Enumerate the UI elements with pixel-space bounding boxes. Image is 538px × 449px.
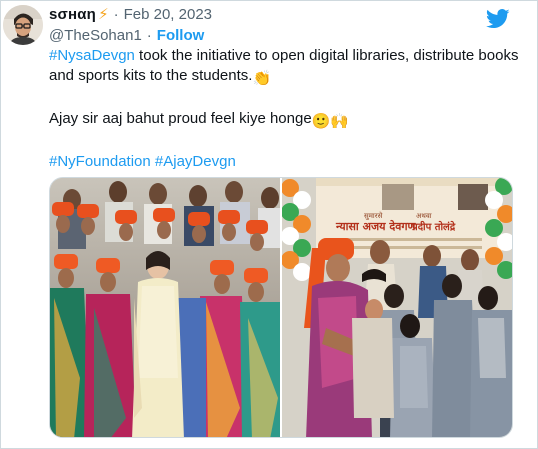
- banner-text-4: प्रदीप तोलंद्रे: [411, 220, 456, 233]
- handle-row: @TheSohan1 · Follow: [49, 27, 497, 45]
- display-name[interactable]: sσнαη: [49, 6, 96, 24]
- lightning-bolt-icon: ⚡: [98, 6, 109, 23]
- banner-text-3: अथवा: [416, 212, 432, 220]
- name-row: sσнαη ⚡ · Feb 20, 2023: [49, 6, 497, 24]
- photo-children[interactable]: सुमारसे न्यासा अजय देवगण अथवा प्रदीप तोल…: [281, 178, 512, 437]
- tweet-text: #NysaDevgn took the initiative to open d…: [49, 46, 519, 172]
- tweet-paragraph: #NysaDevgn took the initiative to open d…: [49, 46, 519, 89]
- tweet-header: sσнαη ⚡ · Feb 20, 2023 @TheSohan1 · Foll…: [49, 6, 497, 46]
- hashtag-link[interactable]: #NysaDevgn: [49, 47, 135, 64]
- avatar[interactable]: [3, 5, 43, 45]
- twitter-bird-icon[interactable]: [485, 9, 510, 29]
- user-handle[interactable]: @TheSohan1: [49, 27, 142, 45]
- separator: ·: [146, 27, 152, 44]
- tweet-media[interactable]: सुमारसे न्यासा अजय देवगण अथवा प्रदीप तोल…: [49, 177, 513, 438]
- hashtag-link[interactable]: #AjayDevgn: [155, 153, 236, 170]
- banner-text-2: न्यासा अजय देवगण: [335, 219, 417, 233]
- smile-raised-hands-icon: 🙂🙌: [311, 113, 350, 130]
- hashtag-link[interactable]: #NyFoundation: [49, 153, 151, 170]
- clapping-hands-icon: 👏: [252, 70, 272, 87]
- photo-group[interactable]: [50, 178, 280, 437]
- tweet-sentence: Ajay sir aaj bahut proud feel kiye honge: [49, 110, 312, 127]
- banner-text-1: सुमारसे: [364, 211, 383, 220]
- follow-button[interactable]: Follow: [157, 27, 205, 45]
- hashtag-row: #NyFoundation #AjayDevgn: [49, 152, 519, 172]
- tweet-card: sσнαη ⚡ · Feb 20, 2023 @TheSohan1 · Foll…: [0, 0, 538, 449]
- tweet-paragraph: Ajay sir aaj bahut proud feel kiye honge…: [49, 109, 519, 132]
- separator: ·: [113, 6, 119, 23]
- tweet-date[interactable]: Feb 20, 2023: [124, 6, 212, 24]
